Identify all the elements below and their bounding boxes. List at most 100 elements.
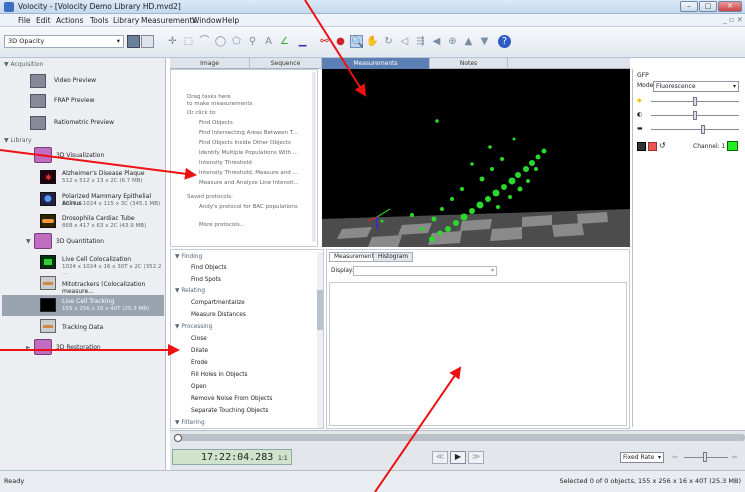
next-frame-button[interactable]: ≫ [468,451,484,464]
tab-histogram[interactable]: Histogram [373,252,414,262]
menu-tools[interactable]: Tools [90,16,108,25]
link-find-inside[interactable]: Find Objects Inside Other Objects [199,140,291,146]
contrast-thumb[interactable] [693,111,697,120]
tab-measurements[interactable]: Measurements [322,58,430,69]
freehand-select-icon[interactable]: ⌒ [198,35,211,48]
library-folder-3d-restoration[interactable]: 3D Restoration [56,344,101,351]
menu-library[interactable]: Library [113,16,139,25]
down-arrow-icon[interactable]: ▼ [478,35,491,48]
brightness-thumb[interactable] [693,97,697,106]
color-tool-icon[interactable]: ▁ [296,35,309,48]
view-mode-select[interactable]: 3D Opacity ▾ [4,35,124,48]
link-intensity-threshold[interactable]: Intensity Threshold [199,160,252,166]
3d-viewer[interactable] [322,69,630,247]
rewind-icon[interactable]: ◀ [430,35,443,48]
close-button[interactable]: ✕ [718,1,742,12]
previous-frame-button[interactable]: ≪ [432,451,448,464]
section-library[interactable]: ▼ Library [4,137,32,144]
link-find-intersecting[interactable]: Find Intersecting Areas Between T... [199,130,298,136]
help-icon[interactable]: ? [498,35,511,48]
text-tool-icon[interactable]: A [262,35,275,48]
reset-icon[interactable]: ↺ [659,141,666,150]
menu-edit[interactable]: Edit [36,16,51,25]
link-identify-populations[interactable]: Identify Multiple Populations With ... [199,150,298,156]
rate-select[interactable]: Fixed Rate ▾ [620,452,664,463]
red-glasses-icon[interactable]: ● [334,35,347,48]
menu-file[interactable]: File [18,16,31,25]
task-remove-noise[interactable]: Remove Noise From Objects [191,396,272,402]
ellipse-select-icon[interactable]: ◯ [214,35,227,48]
task-find-objects[interactable]: Find Objects [191,265,227,271]
link-intensity-threshold-measure[interactable]: Intensity Threshold, Measure and ... [199,170,298,176]
library-item-live-cell-tracking[interactable]: Live Cell Tracking [62,298,114,305]
target-icon[interactable]: ⊕ [446,35,459,48]
fly-icon[interactable]: ◁ [398,35,411,48]
task-measure-distances[interactable]: Measure Distances [191,312,246,318]
rect-select-icon[interactable]: ⬚ [182,35,195,48]
task-dilate[interactable]: Dilate [191,348,208,354]
acq-item-frap-preview[interactable]: FRAP Preview [54,97,94,104]
glasses-icon[interactable]: ⚯ [318,35,331,48]
pan-hand-icon[interactable]: ✋ [366,35,379,48]
up-arrow-icon[interactable]: ▲ [462,35,475,48]
link-find-objects[interactable]: Find Objects [199,120,233,126]
group-filtering[interactable]: ▼ Filtering [175,420,205,426]
task-fill-holes[interactable]: Fill Holes in Objects [191,372,248,378]
crosshair-icon[interactable]: ✛ [166,35,179,48]
link-andys-protocol[interactable]: Andy's protocol for BAC populations [199,204,298,210]
task-tree-scrollbar[interactable] [317,252,323,428]
expand-3d-quantitation-icon[interactable]: ▼ [26,238,31,245]
channel-swatch[interactable] [727,141,738,151]
walk-icon[interactable]: ⇶ [414,35,427,48]
task-erode[interactable]: Erode [191,360,208,366]
section-acquisition[interactable]: ▼ Acquisition [4,61,43,68]
gamma-slider[interactable] [651,129,739,130]
zoom-icon[interactable]: 🔍 [350,35,363,48]
gamma-thumb[interactable] [701,125,705,134]
group-finding[interactable]: ▼ Finding [175,254,202,260]
library-item-mitotrackers[interactable]: Mitotrackers (Colocalization measure... [62,281,165,295]
polygon-select-icon[interactable]: ⬠ [230,35,243,48]
task-compartmentalize[interactable]: Compartmentalize [191,300,245,306]
minimize-button[interactable]: – [680,1,698,12]
play-button[interactable]: ▶ [450,451,466,464]
list-view-icon[interactable] [141,35,154,48]
grid-view-icon[interactable] [127,35,140,48]
group-processing[interactable]: ▼ Processing [175,324,212,330]
timeline-track[interactable] [174,434,745,441]
timeline-thumb[interactable] [174,434,182,442]
expand-3d-restoration-icon[interactable]: ► [26,344,31,351]
library-folder-3d-visualization[interactable]: 3D Visualization [56,152,104,159]
task-tree-scroll-thumb[interactable] [317,290,323,330]
task-open[interactable]: Open [191,384,206,390]
mdi-controls-icon[interactable]: _ ▫ ✕ [723,15,743,24]
channel-visible-icon[interactable] [637,142,646,151]
mode-select[interactable]: Fluorescence ▾ [653,81,739,92]
tab-sequence[interactable]: Sequence [250,58,322,69]
speed-thumb[interactable] [703,452,707,462]
display-select[interactable]: ▾ [353,266,497,276]
maximize-button[interactable]: □ [699,1,717,12]
library-item-drosophila[interactable]: Drosophila Cardiac Tube [62,215,135,222]
menu-help[interactable]: Help [222,16,239,25]
tab-image[interactable]: Image [170,58,250,69]
tab-notes[interactable]: Notes [430,58,508,69]
link-more-protocols[interactable]: More protocols... [199,222,245,228]
measurements-table[interactable] [329,282,627,426]
channel-color-icon[interactable] [648,142,657,151]
library-item-tracking-data[interactable]: Tracking Data [62,324,103,331]
library-folder-3d-quantitation[interactable]: 3D Quantitation [56,238,104,245]
acq-item-video-preview[interactable]: Video Preview [54,77,96,84]
menu-measurements[interactable]: Measurements [141,16,196,25]
acq-item-ratiometric-preview[interactable]: Ratiometric Preview [54,119,114,126]
task-close[interactable]: Close [191,336,207,342]
line-tool-icon[interactable]: ∠ [278,35,291,48]
menu-window[interactable]: Window [192,16,222,25]
task-find-spots[interactable]: Find Spots [191,277,221,283]
task-separate-touching[interactable]: Separate Touching Objects [191,408,268,414]
magic-wand-icon[interactable]: ⚲ [246,35,259,48]
library-item-live-cell-colocalization[interactable]: Live Cell Colocalization [62,256,131,263]
menu-actions[interactable]: Actions [56,16,83,25]
library-item-alzheimers[interactable]: Alzheimer's Disease Plaque [62,170,145,177]
link-line-intensity[interactable]: Measure and Analyze Line Intensit... [199,180,299,186]
